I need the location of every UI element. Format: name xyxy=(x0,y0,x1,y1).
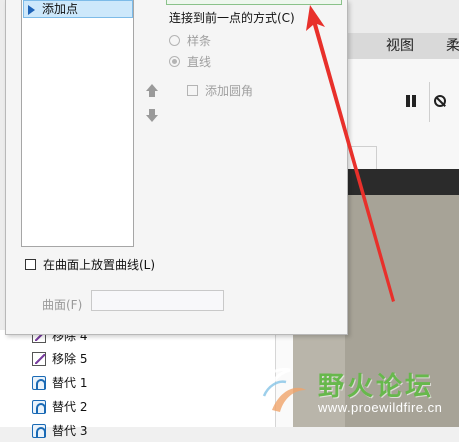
move-down-icon[interactable] xyxy=(145,109,159,123)
spline-radio[interactable] xyxy=(169,35,180,46)
arrow-right-icon xyxy=(28,5,35,15)
curve-through-points-dialog: 添加点 连接到前一点的方式(C) 样条 直线 添加圆角 在曲面上放置曲线(L) … xyxy=(5,0,348,335)
connect-method-heading: 连接到前一点的方式(C) xyxy=(169,11,295,25)
add-fillet-label: 添加圆角 xyxy=(205,84,254,98)
replace-icon xyxy=(32,400,46,414)
pause-icon[interactable] xyxy=(404,94,418,108)
tree-item-label: 移除 5 xyxy=(52,352,88,366)
remove-icon xyxy=(32,352,46,366)
ribbon-divider xyxy=(429,82,430,122)
tab-view[interactable]: 视图 xyxy=(368,34,432,58)
point-reference-field[interactable] xyxy=(166,0,342,5)
line-radio[interactable] xyxy=(169,56,180,67)
tab-partial[interactable]: 柔 xyxy=(446,34,459,58)
graphics-toolbar-strip xyxy=(345,169,459,195)
add-fillet-checkbox[interactable] xyxy=(187,85,198,96)
move-up-icon[interactable] xyxy=(145,84,159,98)
spline-label: 样条 xyxy=(187,34,212,48)
model-tree: 移除 4 移除 5 替代 1 替代 2 替代 3 xyxy=(0,329,275,438)
replace-icon xyxy=(32,376,46,390)
tree-item-label: 替代 2 xyxy=(52,400,88,414)
watermark-title: 野火论坛 xyxy=(318,372,435,402)
surface-label: 曲面(F) xyxy=(42,298,83,312)
replace-icon xyxy=(32,424,46,438)
surface-input[interactable] xyxy=(91,290,224,311)
tree-item-label: 替代 3 xyxy=(52,424,88,438)
stop-icon[interactable] xyxy=(434,95,446,107)
point-list[interactable]: 添加点 xyxy=(21,0,134,247)
place-on-surface-label: 在曲面上放置曲线(L) xyxy=(43,258,156,272)
tree-item-label: 替代 1 xyxy=(52,376,88,390)
line-label: 直线 xyxy=(187,55,212,69)
watermark-logo xyxy=(255,367,306,412)
list-item-label: 添加点 xyxy=(42,2,79,16)
list-item[interactable]: 添加点 xyxy=(23,0,133,18)
watermark-url: www.proewildfire.cn xyxy=(318,400,443,415)
place-on-surface-checkbox[interactable] xyxy=(25,259,36,270)
ribbon-subtab[interactable] xyxy=(345,146,377,169)
